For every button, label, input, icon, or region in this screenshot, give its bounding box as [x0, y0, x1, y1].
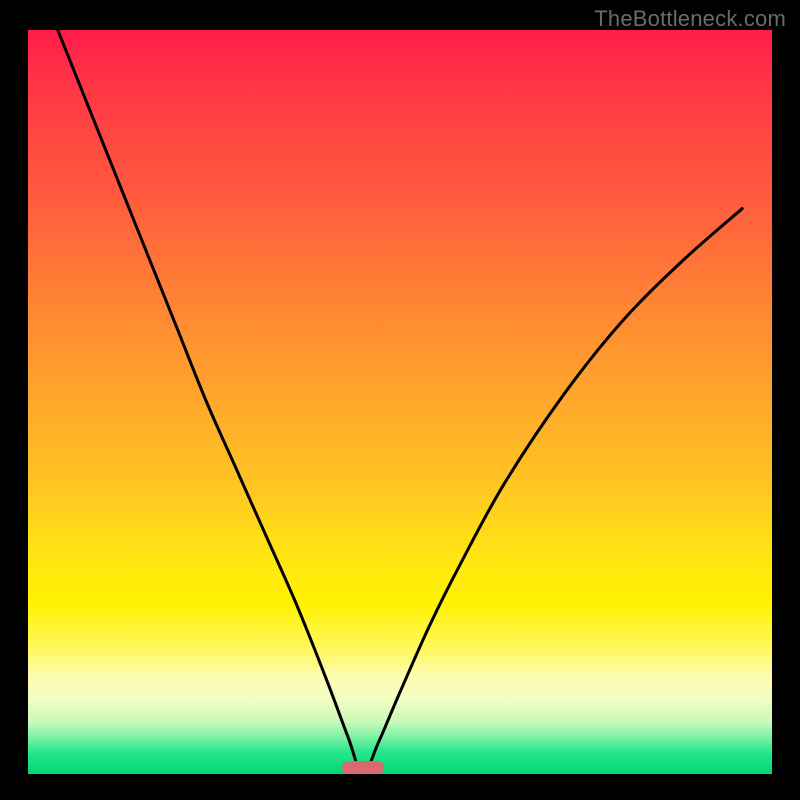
chart-frame: TheBottleneck.com — [0, 0, 800, 800]
plot-area — [28, 30, 772, 774]
minimum-marker — [342, 761, 384, 774]
bottleneck-curve — [28, 30, 772, 774]
watermark-text: TheBottleneck.com — [594, 6, 786, 32]
